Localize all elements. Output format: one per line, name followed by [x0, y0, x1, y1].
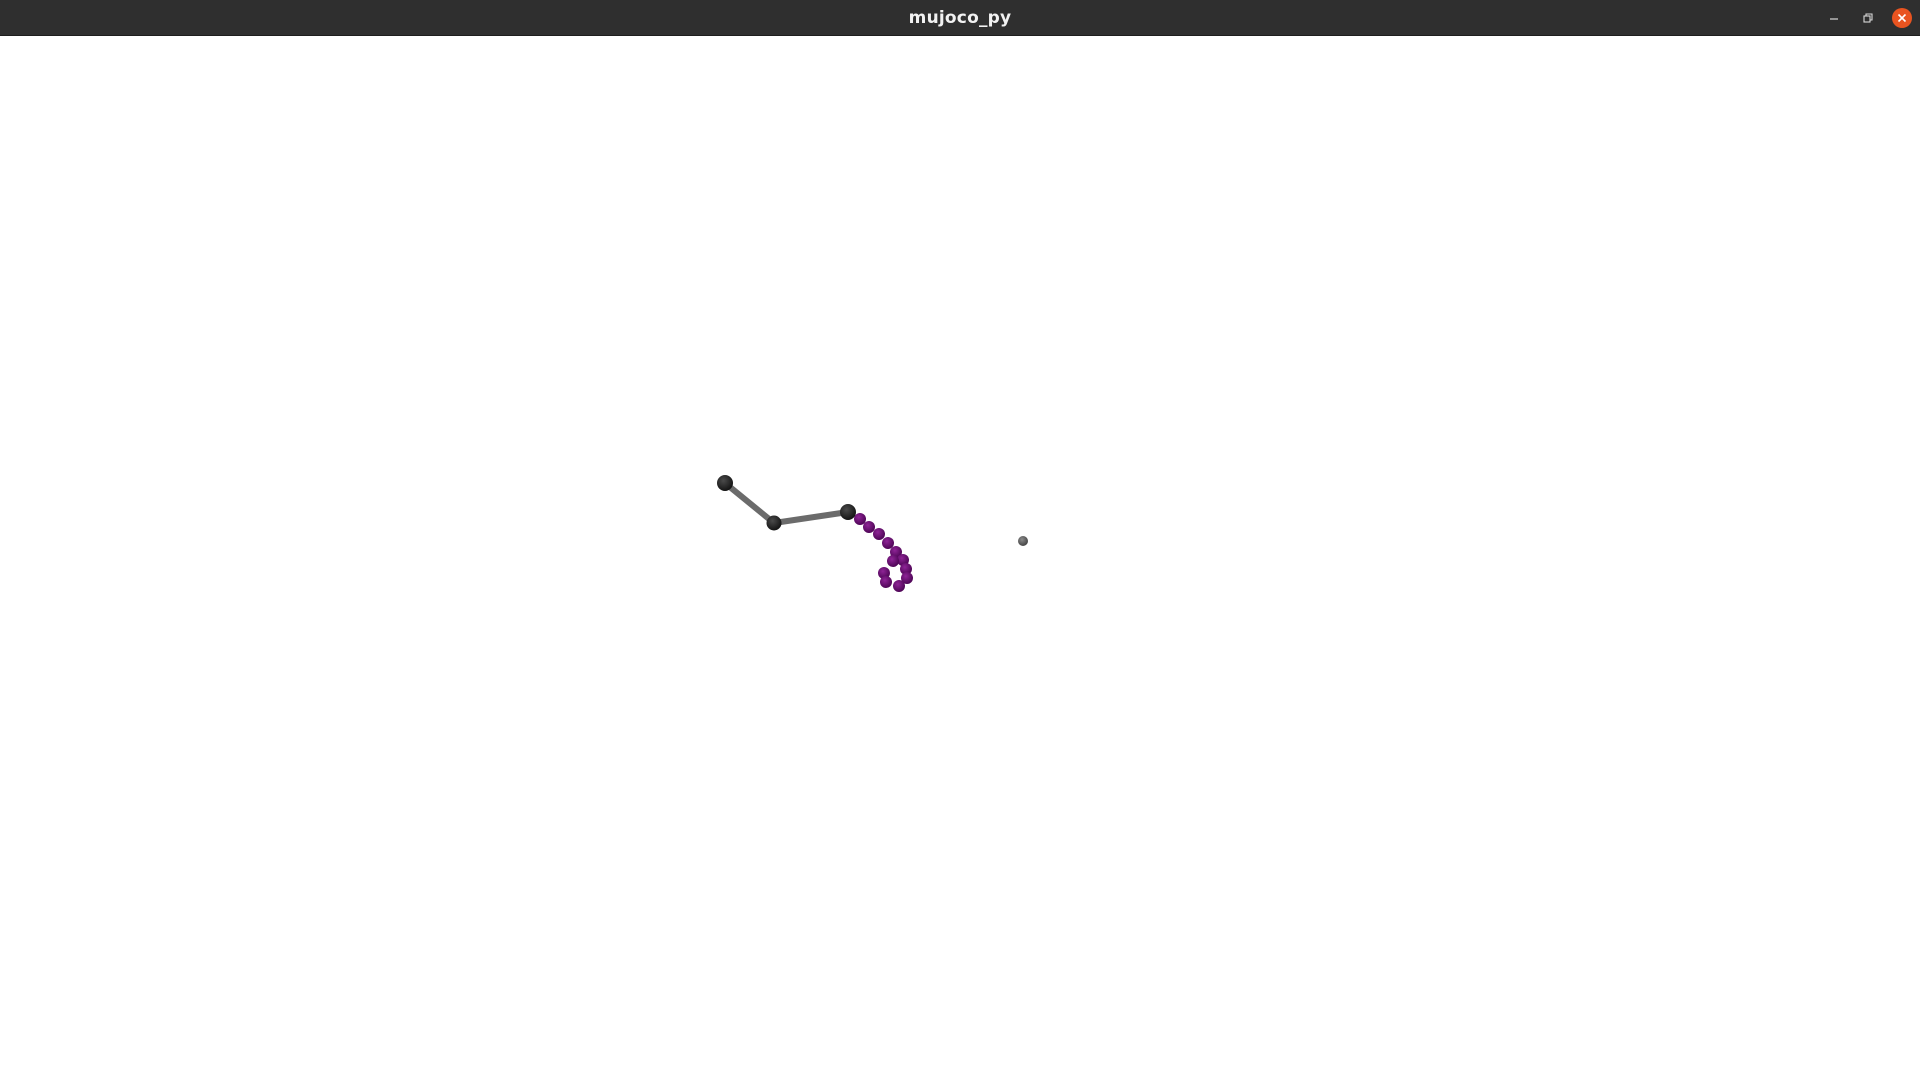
window-title: mujoco_py [908, 8, 1012, 28]
arm-link [722, 480, 777, 526]
trail-point [880, 576, 892, 588]
trajectory-trail [854, 513, 913, 592]
trail-point [882, 537, 894, 549]
restore-button[interactable] [1858, 8, 1878, 28]
target-marker [1018, 536, 1028, 546]
render-viewport[interactable] [0, 37, 1920, 1080]
arm-joint-base [717, 475, 733, 491]
close-icon [1897, 13, 1907, 23]
arm-joint-end-effector [840, 504, 856, 520]
robot-arm [717, 475, 856, 531]
mujoco-window: mujoco_py [0, 0, 1920, 1080]
minimize-icon [1830, 18, 1838, 20]
trail-point [854, 513, 866, 525]
title-bar[interactable]: mujoco_py [0, 0, 1920, 36]
minimize-button[interactable] [1824, 8, 1844, 28]
arm-joint-elbow [766, 515, 782, 531]
trail-point [863, 521, 875, 533]
trail-point [887, 555, 899, 567]
trail-point [893, 580, 905, 592]
trail-point [873, 528, 885, 540]
restore-icon [1863, 13, 1873, 23]
close-button[interactable] [1892, 8, 1912, 28]
scene [717, 475, 1028, 592]
arm-link [771, 509, 851, 526]
